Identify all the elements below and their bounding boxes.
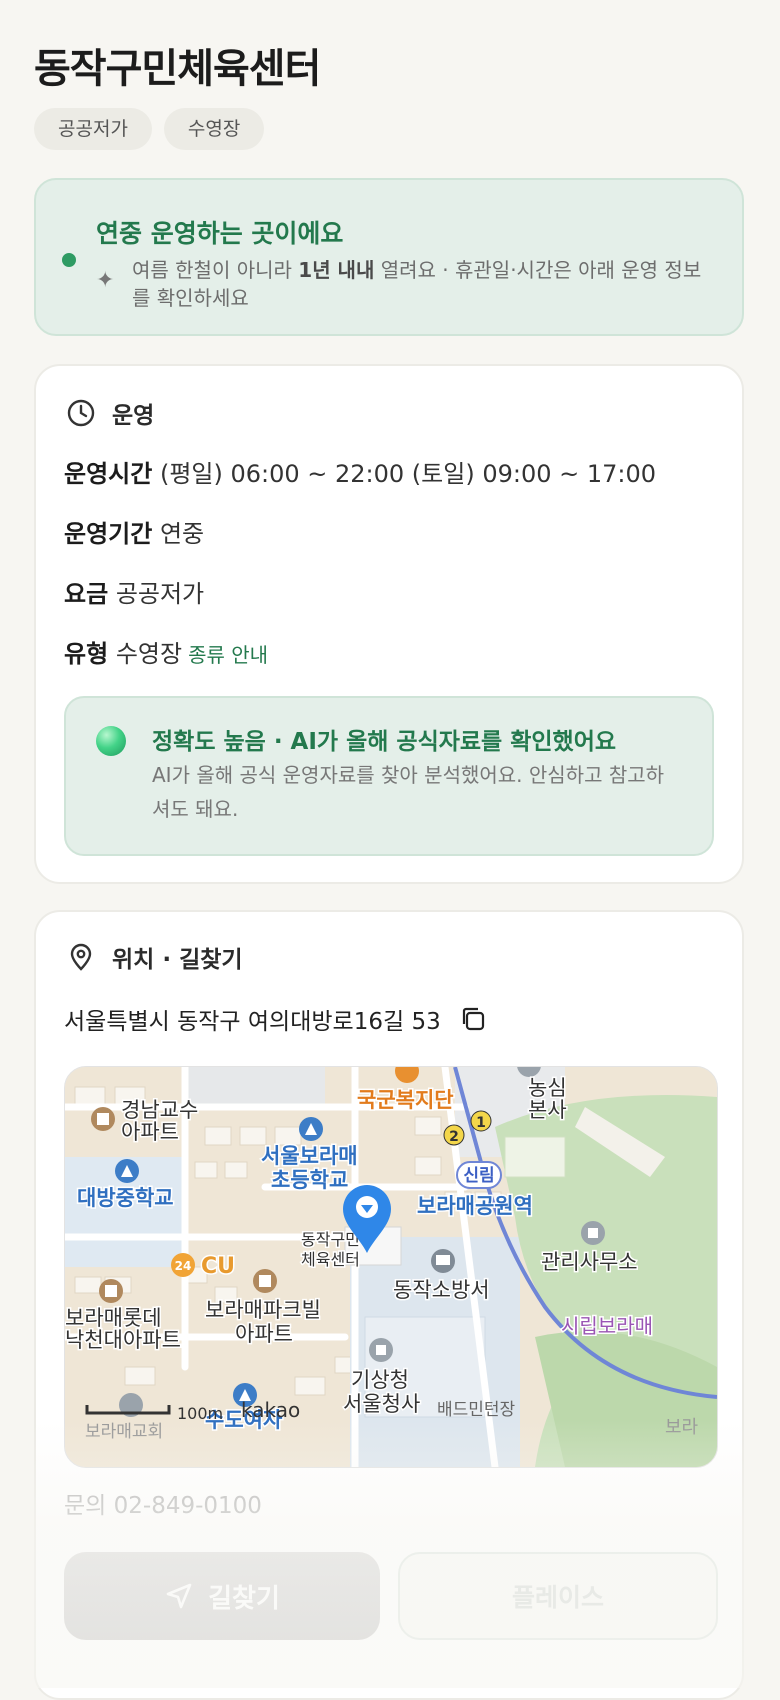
status-dot (62, 253, 76, 267)
notice-title: 연중 운영하는 곳이에요 (96, 219, 344, 248)
directions-button[interactable]: 길찾기 (64, 1552, 380, 1640)
svg-text:관리사무소: 관리사무소 (541, 1250, 638, 1274)
clock-icon (67, 399, 95, 427)
location-pin-icon (70, 943, 92, 971)
svg-text:아파트: 아파트 (121, 1120, 179, 1144)
svg-text:체육센터: 체육센터 (301, 1250, 360, 1269)
svg-text:보라매공원역: 보라매공원역 (417, 1194, 533, 1218)
type-row: 유형 수영장 종류 안내 (64, 640, 269, 668)
period-row: 운영기간 연중 (64, 520, 205, 548)
svg-text:국군복지단: 국군복지단 (357, 1088, 454, 1112)
operation-heading: 운영 (66, 396, 154, 430)
svg-text:1: 1 (476, 1115, 486, 1131)
svg-text:동작소방서: 동작소방서 (393, 1278, 490, 1302)
svg-text:대방중학교: 대방중학교 (77, 1186, 174, 1210)
svg-text:100m: 100m (177, 1404, 223, 1423)
copy-icon[interactable] (459, 1005, 487, 1033)
svg-text:서울보라매: 서울보라매 (261, 1144, 358, 1168)
page-title: 동작구민체육센터 (34, 46, 321, 92)
map-view[interactable]: 신림 2 1 24 경남교수 아파트 농심 본사 관리사무소 동작소방서 보라매… (64, 1066, 718, 1468)
svg-text:보라: 보라 (665, 1417, 699, 1438)
svg-text:동작구민: 동작구민 (301, 1230, 360, 1249)
location-heading: 위치 · 길찾기 (66, 940, 243, 974)
svg-text:kakao: kakao (241, 1398, 300, 1422)
svg-text:농심: 농심 (528, 1076, 567, 1100)
tag-chips: 공공저가 수영장 (34, 108, 265, 150)
sparkle-icon: ✦ (96, 268, 115, 293)
address-row: 서울특별시 동작구 여의대방로16길 53 (64, 1002, 487, 1036)
year-round-notice: 연중 운영하는 곳이에요 ✦ 여름 한철이 아니라 1년 내내 열려요 · 휴관… (34, 178, 744, 336)
svg-text:시립보라매: 시립보라매 (561, 1314, 653, 1338)
hours-row: 운영시간 (평일) 06:00 ~ 22:00 (토일) 09:00 ~ 17:… (64, 460, 657, 488)
svg-text:서울청사: 서울청사 (343, 1392, 420, 1416)
address-text: 서울특별시 동작구 여의대방로16길 53 (64, 1009, 441, 1035)
svg-text:초등학교: 초등학교 (271, 1168, 348, 1192)
svg-text:배드민턴장: 배드민턴장 (437, 1400, 516, 1420)
svg-text:24: 24 (175, 1259, 192, 1273)
chip-type[interactable]: 수영장 (163, 108, 265, 150)
place-button[interactable]: 플레이스 (398, 1552, 718, 1640)
svg-text:보라매롯데: 보라매롯데 (65, 1306, 162, 1330)
notice-description: 여름 한철이 아니라 1년 내내 열려요 · 휴관일·시간은 아래 운영 정보를… (132, 258, 702, 310)
fee-row: 요금 공공저가 (64, 580, 205, 608)
phone-info[interactable]: 문의 02-849-0100 (64, 1486, 262, 1520)
svg-text:아파트: 아파트 (235, 1322, 293, 1346)
accuracy-description: AI가 올해 공식 운영자료를 찾아 분석했어요. 안심하고 참고하셔도 돼요. (152, 763, 665, 821)
navigation-arrow-icon (166, 1583, 192, 1609)
svg-text:보라매파크빌: 보라매파크빌 (205, 1298, 321, 1322)
svg-text:낙천대아파트: 낙천대아파트 (65, 1328, 181, 1352)
svg-text:보라매교회: 보라매교회 (85, 1422, 163, 1442)
accuracy-badge: 정확도 높음 · AI가 올해 공식자료를 확인했어요 AI가 올해 공식 운영… (64, 696, 714, 856)
chip-price[interactable]: 공공저가 (34, 108, 152, 150)
type-guide-link[interactable]: 종류 안내 (188, 643, 268, 667)
accuracy-title: 정확도 높음 · AI가 올해 공식자료를 확인했어요 (152, 729, 617, 755)
operation-card: 운영 운영시간 (평일) 06:00 ~ 22:00 (토일) 09:00 ~ … (34, 364, 744, 884)
svg-text:경남교수: 경남교수 (121, 1098, 198, 1122)
svg-text:본사: 본사 (528, 1098, 567, 1122)
svg-text:CU: CU (201, 1254, 235, 1279)
svg-text:2: 2 (449, 1129, 459, 1145)
location-card: 위치 · 길찾기 서울특별시 동작구 여의대방로16길 53 신림 2 1 24… (34, 910, 744, 1700)
svg-text:기상청: 기상청 (351, 1368, 409, 1392)
ai-orb-icon (96, 726, 126, 756)
station-tag-label: 신림 (463, 1166, 494, 1186)
